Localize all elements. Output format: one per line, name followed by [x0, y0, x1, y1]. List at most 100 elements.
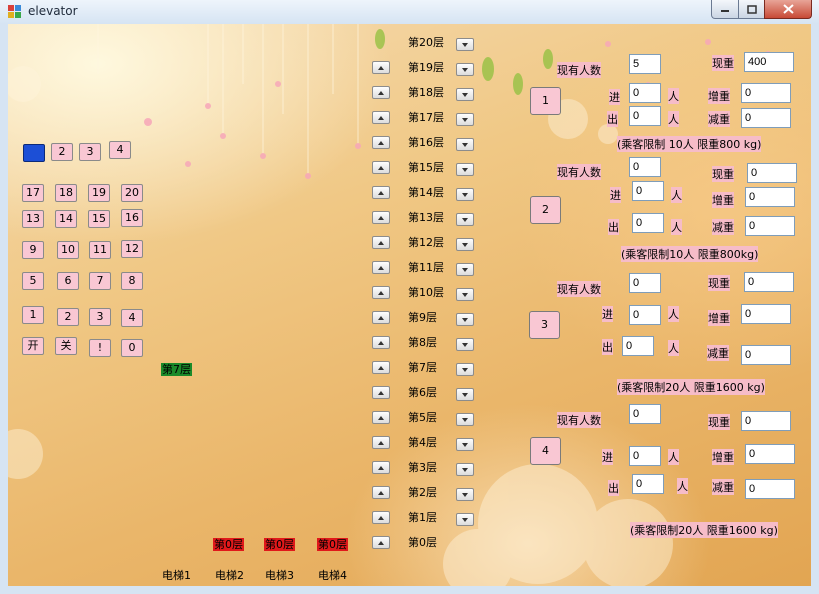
- floor-down-button[interactable]: [456, 213, 474, 226]
- keypad-key[interactable]: 5: [22, 272, 44, 290]
- floor-up-button[interactable]: [372, 136, 390, 149]
- floor-up-button[interactable]: [372, 436, 390, 449]
- keypad-key[interactable]: 0: [121, 339, 143, 357]
- floor-up-button[interactable]: [372, 211, 390, 224]
- keypad-key[interactable]: 18: [55, 184, 77, 202]
- weight-field[interactable]: [747, 163, 797, 183]
- weight-field[interactable]: [744, 52, 794, 72]
- floor-down-button[interactable]: [456, 88, 474, 101]
- add-weight-field[interactable]: [745, 444, 795, 464]
- floor-up-button[interactable]: [372, 486, 390, 499]
- keypad-key[interactable]: 2: [57, 308, 79, 326]
- add-weight-field[interactable]: [741, 304, 791, 324]
- floor-up-button[interactable]: [372, 511, 390, 524]
- floor-down-button[interactable]: [456, 463, 474, 476]
- floor-down-button[interactable]: [456, 238, 474, 251]
- keypad-key[interactable]: 6: [57, 272, 79, 290]
- keypad-key[interactable]: 14: [55, 210, 77, 228]
- floor-down-button[interactable]: [456, 338, 474, 351]
- minimize-button[interactable]: [711, 0, 739, 19]
- floor-down-button[interactable]: [456, 488, 474, 501]
- weight-field[interactable]: [741, 411, 791, 431]
- out-field[interactable]: [632, 213, 664, 233]
- keypad-key[interactable]: 17: [22, 184, 44, 202]
- floor-up-button[interactable]: [372, 86, 390, 99]
- floor-down-button[interactable]: [456, 413, 474, 426]
- floor-up-button[interactable]: [372, 111, 390, 124]
- floor-up-button[interactable]: [372, 461, 390, 474]
- floor-up-button[interactable]: [372, 236, 390, 249]
- count-field[interactable]: [629, 404, 661, 424]
- keypad-key[interactable]: 12: [121, 240, 143, 258]
- floor-down-button[interactable]: [456, 138, 474, 151]
- keypad-key[interactable]: 7: [89, 272, 111, 290]
- sub-weight-field[interactable]: [741, 108, 791, 128]
- floor-down-button[interactable]: [456, 313, 474, 326]
- keypad-key[interactable]: 10: [57, 241, 79, 259]
- floor-up-button[interactable]: [372, 336, 390, 349]
- sub-weight-field[interactable]: [745, 216, 795, 236]
- out-field[interactable]: [632, 474, 664, 494]
- floor-down-button[interactable]: [456, 63, 474, 76]
- floor-up-button[interactable]: [372, 161, 390, 174]
- count-field[interactable]: [629, 157, 661, 177]
- floor-up-button[interactable]: [372, 536, 390, 549]
- sub-weight-field[interactable]: [745, 479, 795, 499]
- keypad-key[interactable]: 4: [121, 309, 143, 327]
- keypad-key[interactable]: 19: [88, 184, 110, 202]
- in-field[interactable]: [629, 305, 661, 325]
- floor-up-button[interactable]: [372, 411, 390, 424]
- keypad-key[interactable]: [23, 144, 45, 162]
- keypad-key[interactable]: 8: [121, 272, 143, 290]
- door-close-button[interactable]: 关: [55, 337, 77, 355]
- elevator-3-button[interactable]: 3: [529, 311, 560, 339]
- out-field[interactable]: [622, 336, 654, 356]
- keypad-key[interactable]: 15: [88, 210, 110, 228]
- elevator-1-button[interactable]: 1: [530, 87, 561, 115]
- floor-down-button[interactable]: [456, 163, 474, 176]
- floor-down-button[interactable]: [456, 513, 474, 526]
- floor-down-button[interactable]: [456, 388, 474, 401]
- alarm-button[interactable]: !: [89, 339, 111, 357]
- floor-up-button[interactable]: [372, 361, 390, 374]
- keypad-key[interactable]: 13: [22, 210, 44, 228]
- add-weight-field[interactable]: [745, 187, 795, 207]
- floor-down-button[interactable]: [456, 188, 474, 201]
- close-button[interactable]: [764, 0, 812, 19]
- add-weight-field[interactable]: [741, 83, 791, 103]
- keypad-key[interactable]: 3: [89, 308, 111, 326]
- keypad-key[interactable]: 2: [51, 143, 73, 161]
- elevator-4-button[interactable]: 4: [530, 437, 561, 465]
- floor-down-button[interactable]: [456, 113, 474, 126]
- in-field[interactable]: [629, 446, 661, 466]
- elevator-2-button[interactable]: 2: [530, 196, 561, 224]
- floor-up-button[interactable]: [372, 311, 390, 324]
- count-field[interactable]: [629, 54, 661, 74]
- keypad-key[interactable]: 9: [22, 241, 44, 259]
- keypad-key[interactable]: 20: [121, 184, 143, 202]
- floor-up-button[interactable]: [372, 261, 390, 274]
- in-field[interactable]: [629, 83, 661, 103]
- out-field[interactable]: [629, 106, 661, 126]
- floor-up-button[interactable]: [372, 386, 390, 399]
- floor-down-button[interactable]: [456, 38, 474, 51]
- title-bar[interactable]: elevator: [0, 0, 819, 25]
- floor-down-button[interactable]: [456, 438, 474, 451]
- door-open-button[interactable]: 开: [22, 337, 44, 355]
- count-field[interactable]: [629, 273, 661, 293]
- keypad-key[interactable]: 16: [121, 209, 143, 227]
- sub-weight-field[interactable]: [741, 345, 791, 365]
- floor-down-button[interactable]: [456, 363, 474, 376]
- keypad-key[interactable]: 4: [109, 141, 131, 159]
- keypad-key[interactable]: 3: [79, 143, 101, 161]
- weight-field[interactable]: [744, 272, 794, 292]
- keypad-key[interactable]: 1: [22, 306, 44, 324]
- maximize-button[interactable]: [738, 0, 765, 19]
- in-field[interactable]: [632, 181, 664, 201]
- floor-down-button[interactable]: [456, 263, 474, 276]
- floor-up-button[interactable]: [372, 286, 390, 299]
- floor-up-button[interactable]: [372, 186, 390, 199]
- keypad-key[interactable]: 11: [89, 241, 111, 259]
- floor-up-button[interactable]: [372, 61, 390, 74]
- floor-down-button[interactable]: [456, 288, 474, 301]
